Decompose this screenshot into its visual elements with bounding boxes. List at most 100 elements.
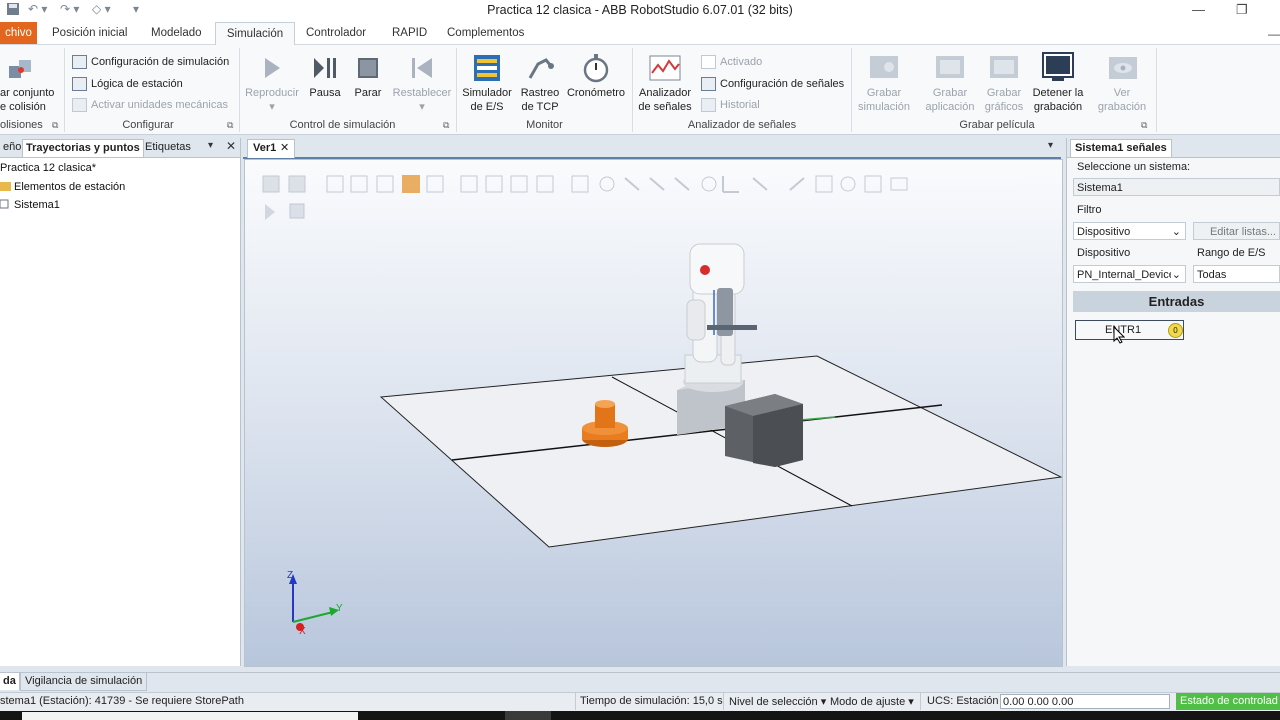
history-button[interactable]: Historial (701, 98, 760, 112)
layout-panel (0, 138, 241, 666)
activate-mech-units-button[interactable]: Activar unidades mecánicas (72, 98, 228, 112)
tcp-trace-button[interactable]: Rastreo de TCP (516, 86, 564, 114)
input-signal-button[interactable]: ENTR1 0 (1075, 320, 1184, 340)
signal-config-icon (701, 77, 716, 91)
viewport-toolbar (262, 175, 908, 220)
group-label-control-simulacion: Control de simulación (289, 119, 396, 131)
pause-button[interactable]: Pausa (305, 86, 345, 100)
history-icon (701, 98, 716, 112)
group-label-analizador: Analizador de señales (687, 119, 797, 131)
tab-modelado[interactable]: Modelado (143, 22, 210, 44)
dialog-launcher-icon[interactable]: ⧉ (52, 120, 58, 131)
signal-state-indicator: 0 (1168, 323, 1183, 338)
status-separator (723, 693, 724, 710)
station-logic-button[interactable]: Lógica de estación (72, 77, 183, 91)
status-separator (575, 693, 576, 710)
signal-analyzer-button[interactable]: Analizador de señales (634, 86, 696, 114)
device-dropdown[interactable]: PN_Internal_Device ⌄ (1073, 265, 1186, 283)
tab-controlador[interactable]: Controlador (298, 22, 374, 44)
x-axis-label: X (299, 626, 306, 637)
tab-ver1[interactable]: Ver1 ✕ (247, 139, 295, 158)
selection-level-dropdown[interactable]: Nivel de selección ▾ (729, 695, 826, 708)
reset-icon (410, 56, 434, 83)
tab-file[interactable]: chivo (0, 22, 37, 44)
coordinates-field[interactable]: 0.00 0.00 0.00 (1000, 694, 1170, 709)
freehand-icon (402, 175, 420, 193)
document-tab-bar (243, 138, 1061, 159)
restore-icon[interactable]: ❐ (1236, 2, 1248, 18)
3d-viewport[interactable]: Z Y X (244, 159, 1063, 667)
system-icon (0, 199, 9, 212)
tree-item-station[interactable]: Practica 12 clasica* (0, 162, 96, 174)
tab-complementos[interactable]: Complementos (439, 22, 532, 44)
edit-lists-button[interactable]: Editar listas... (1193, 222, 1280, 240)
mouse-cursor-icon (1113, 325, 1126, 347)
filter-dropdown[interactable]: Dispositivo ⌄ (1073, 222, 1186, 240)
view-recording-icon (1108, 55, 1138, 84)
stopwatch-button[interactable]: Cronómetro (564, 86, 628, 100)
stop-icon (357, 57, 379, 82)
reset-button[interactable]: Restablecer ▾ (390, 86, 454, 114)
viewport-scene (262, 175, 1062, 631)
record-simulation-button[interactable]: Grabar simulación (856, 86, 912, 114)
record-graphics-button[interactable]: Grabar gráficos (978, 86, 1030, 114)
activated-checkbox[interactable]: Activado (701, 55, 762, 69)
simulation-time: Tiempo de simulación: 15,0 s (580, 695, 723, 707)
record-graphics-icon (989, 53, 1019, 84)
sim-config-button[interactable]: Configuración de simulación (72, 55, 229, 69)
system-dropdown[interactable]: Sistema1 (1073, 178, 1280, 196)
select-system-label: Seleccione un sistema: (1077, 161, 1191, 173)
settings-icon (72, 55, 87, 69)
close-icon[interactable]: ✕ (280, 140, 289, 157)
tab-salida[interactable]: da (0, 673, 20, 690)
signal-config-button[interactable]: Configuración de señales (701, 77, 844, 91)
collapse-ribbon-icon[interactable]: — (1268, 27, 1280, 41)
dialog-launcher-icon[interactable]: ⧉ (443, 120, 449, 131)
play-button[interactable]: Reproducir ▾ (242, 86, 302, 114)
mech-unit-icon (72, 98, 87, 112)
record-app-icon (935, 53, 965, 84)
panel-menu-icon[interactable]: ▾ (208, 140, 213, 151)
stop-recording-button[interactable]: Detener la grabación (1030, 86, 1086, 114)
io-range-dropdown[interactable]: Todas (1193, 265, 1280, 283)
tab-vigilancia-simulacion[interactable]: Vigilancia de simulación (20, 673, 148, 691)
chevron-down-icon: ⌄ (1171, 226, 1181, 238)
output-tabs (0, 672, 1280, 692)
tree-item-sistema1[interactable]: Sistema1 (14, 199, 60, 211)
snap-mode-dropdown[interactable]: Modo de ajuste ▾ (830, 695, 914, 708)
y-axis-label: Y (336, 603, 343, 614)
record-application-button[interactable]: Grabar aplicación (922, 86, 978, 114)
minimize-icon[interactable]: — (1192, 2, 1205, 17)
controller-status-badge[interactable]: Estado de controlad (1176, 693, 1280, 710)
group-label-colisiones: olisiones (0, 119, 43, 131)
tree-item-elementos[interactable]: Elementos de estación (14, 181, 125, 193)
chevron-down-icon: ⌄ (1171, 269, 1181, 281)
tcp-trace-icon (526, 54, 554, 85)
gray-box (725, 394, 803, 467)
device-label: Dispositivo (1077, 247, 1131, 259)
taskbar-search-box[interactable] (22, 712, 358, 720)
close-icon[interactable]: ✕ (226, 139, 236, 153)
dialog-launcher-icon[interactable]: ⧉ (227, 120, 233, 131)
taskbar-active-app[interactable] (505, 711, 551, 720)
dialog-launcher-icon[interactable]: ⧉ (1141, 120, 1147, 131)
tab-simulacion[interactable]: Simulación (215, 22, 295, 46)
group-separator (1156, 48, 1157, 132)
create-collision-set-button[interactable]: ar conjunto e colisión (0, 86, 62, 114)
stop-button[interactable]: Parar (350, 86, 386, 100)
tab-rapid[interactable]: RAPID (384, 22, 435, 44)
tab-sistema1-senales[interactable]: Sistema1 señales (1070, 139, 1172, 157)
ucs-indicator: UCS: Estación (927, 695, 999, 707)
stopwatch-icon (582, 53, 610, 86)
tab-diseno[interactable]: eño (0, 139, 24, 156)
tab-trayectorias-puntos[interactable]: Trayectorias y puntos (22, 139, 144, 157)
document-menu-icon[interactable]: ▾ (1048, 140, 1053, 151)
io-simulator-button[interactable]: Simulador de E/S (458, 86, 516, 114)
tab-etiquetas[interactable]: Etiquetas (142, 139, 194, 156)
status-separator (920, 693, 921, 710)
view-recording-button[interactable]: Ver grabación (1093, 86, 1151, 114)
group-label-grabar-pelicula: Grabar película (959, 119, 1035, 131)
group-label-monitor: Monitor (526, 119, 563, 131)
tab-posicion-inicial[interactable]: Posición inicial (44, 22, 135, 44)
pause-icon (312, 56, 338, 83)
